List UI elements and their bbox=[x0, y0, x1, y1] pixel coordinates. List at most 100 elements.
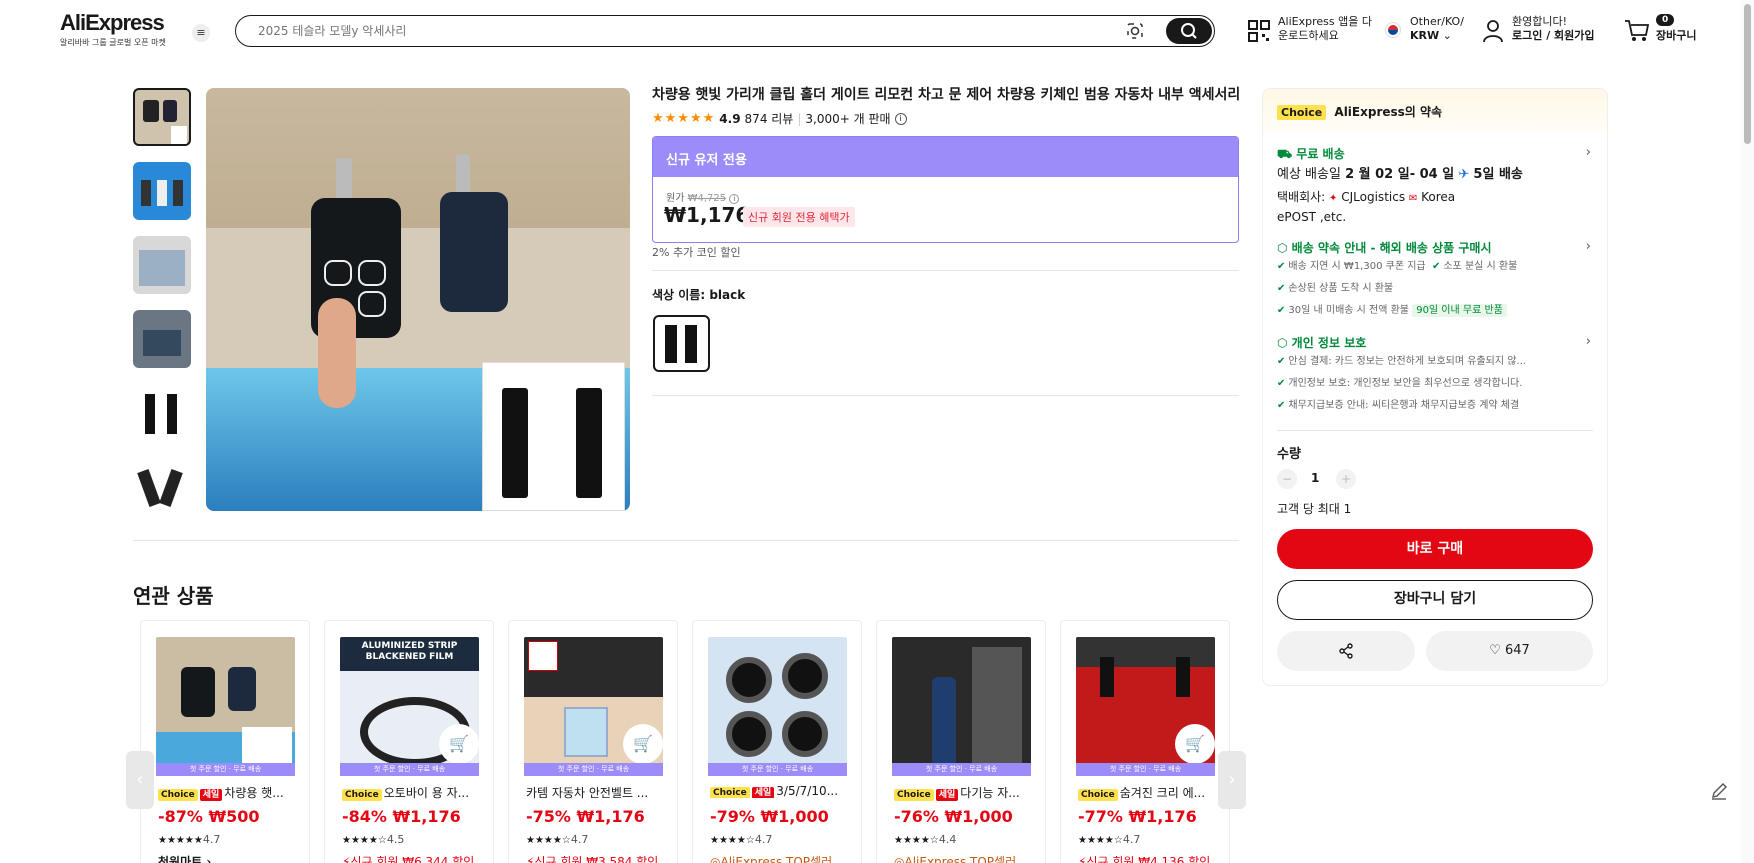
card-rating-value: 4.7 bbox=[570, 833, 589, 846]
check-icon: ✔ bbox=[1277, 305, 1286, 316]
privacy-section[interactable]: ⬡ 개인 정보 보호 › ✔ 안심 결제: 카드 정보는 안전하게 보호되며 유출… bbox=[1277, 334, 1593, 417]
add-to-cart-icon[interactable]: 🛒 bbox=[1175, 724, 1215, 764]
choice-badge: Choice bbox=[1277, 105, 1327, 120]
carousel-next-button[interactable]: › bbox=[1218, 751, 1246, 809]
card-discount: -87% bbox=[158, 807, 203, 826]
card-extra: ⚡신규 회원 ₩3,584 할인 bbox=[526, 853, 658, 863]
card-extra: ⚡신규 회원 ₩4,136 할인 bbox=[1078, 853, 1210, 863]
card-rating: ★★★★☆4.7 bbox=[710, 833, 772, 846]
share-button[interactable] bbox=[1277, 631, 1415, 671]
thumbnail-4[interactable] bbox=[133, 310, 191, 368]
qr-code-icon[interactable] bbox=[1247, 19, 1271, 43]
cart-count-badge: 0 bbox=[1656, 14, 1675, 26]
scrollbar-thumb[interactable] bbox=[1744, 4, 1751, 144]
user-icon[interactable] bbox=[1482, 19, 1504, 43]
card-extra: ◎AliExpress TOP셀러 bbox=[894, 853, 1016, 863]
sale-tag: 세일 bbox=[751, 787, 775, 798]
account-menu[interactable]: 환영합니다! 로그인 / 회원가입 bbox=[1512, 15, 1595, 43]
card-price: ₩1,176 bbox=[576, 807, 645, 826]
product-card[interactable]: ALUMINIZED STRIP BLACKENED FILM 🛒 첫 주문 할인… bbox=[324, 620, 494, 863]
choice-tag: Choice bbox=[158, 789, 198, 801]
app-download[interactable]: AliExpress 앱을 다 운로드하세요 bbox=[1278, 15, 1372, 43]
card-promo-banner: 첫 주문 할인 · 무료 배송 bbox=[524, 763, 663, 776]
product-card[interactable]: 첫 주문 할인 · 무료 배송 Choice 세일 차량용 햇... -87% ₩5… bbox=[140, 620, 310, 863]
card-price: ₩500 bbox=[208, 807, 260, 826]
delivery-days: 5일 배송 bbox=[1473, 167, 1523, 182]
card-extra-text: 신규 회원 ₩6,344 할인 bbox=[350, 855, 475, 863]
choice-tag: Choice bbox=[342, 789, 382, 801]
aliexpress-logo[interactable]: AliExpress 알리바바 그룹 글로벌 오픈 마켓 bbox=[60, 10, 166, 48]
related-products-carousel: 첫 주문 할인 · 무료 배송 Choice 세일 차량용 햇... -87% ₩5… bbox=[140, 620, 1232, 863]
chevron-right-icon: › bbox=[1585, 334, 1591, 349]
edit-icon[interactable] bbox=[1708, 780, 1730, 802]
product-card[interactable]: 🛒 첫 주문 할인 · 무료 배송 카템 자동차 안전벨트 ... -75% ₩… bbox=[508, 620, 678, 863]
thumbnail-2[interactable] bbox=[133, 162, 191, 220]
quantity-increase-button[interactable]: + bbox=[1336, 469, 1356, 489]
rating-stars-icon: ★★★★★ bbox=[652, 111, 716, 126]
wishlist-button[interactable]: ♡ 647 bbox=[1426, 631, 1593, 671]
privacy-item: 안심 결제: 카드 정보는 안전하게 보호되며 유출되지 않... bbox=[1288, 356, 1526, 367]
divider bbox=[652, 270, 1239, 271]
rating-stars-icon: ★★★★☆ bbox=[894, 835, 939, 846]
quantity-decrease-button[interactable]: − bbox=[1277, 469, 1297, 489]
product-card-name: Choice 세일 다기능 자... bbox=[894, 784, 1032, 801]
rating-stars-icon: ★★★★★ bbox=[158, 835, 203, 846]
product-card[interactable]: 첫 주문 할인 · 무료 배송 Choice 세일 3/5/7/10... -79%… bbox=[692, 620, 862, 863]
free-shipping-section[interactable]: ⛟ 무료 배송 › 예상 배송일 2 월 02 일- 04 일 ✈ 5일 배송 … bbox=[1277, 145, 1593, 226]
color-option-black[interactable] bbox=[653, 315, 710, 372]
card-title: 다기능 자... bbox=[960, 786, 1020, 800]
delivery-dates: 2 월 02 일- 04 일 bbox=[1345, 167, 1455, 182]
login-signup-link[interactable]: 로그인 / 회원가입 bbox=[1512, 29, 1595, 42]
sale-tag: 세일 bbox=[935, 789, 959, 801]
logo-name: AliExpress bbox=[60, 10, 165, 35]
thumbnail-1[interactable] bbox=[133, 88, 191, 146]
divider bbox=[133, 540, 1239, 541]
sale-tag: 세일 bbox=[199, 789, 223, 801]
product-card-name: Choice 오토바이 용 자... bbox=[342, 784, 480, 801]
hamburger-menu-icon[interactable]: ≡ bbox=[192, 24, 210, 42]
card-rating: ★★★★☆4.5 bbox=[342, 833, 404, 846]
card-title: 오토바이 용 자... bbox=[383, 786, 470, 800]
chevron-down-icon: ⌄ bbox=[1442, 29, 1452, 42]
review-count[interactable]: 874 리뷰 bbox=[745, 110, 794, 127]
add-to-cart-icon[interactable]: 🛒 bbox=[623, 724, 663, 764]
search-input[interactable] bbox=[258, 21, 1098, 41]
card-promo-banner: 첫 주문 할인 · 무료 배송 bbox=[892, 763, 1031, 776]
shield-icon: ⬡ bbox=[1277, 241, 1288, 255]
privacy-item: 개인정보 보호: 개인정보 보안을 최우선으로 생각합니다. bbox=[1288, 378, 1523, 389]
share-icon bbox=[1339, 643, 1353, 659]
camera-search-icon[interactable] bbox=[1126, 22, 1144, 40]
info-icon[interactable]: i bbox=[894, 112, 907, 125]
card-rating-value: 4.5 bbox=[386, 833, 405, 846]
buy-now-button[interactable]: 바로 구매 bbox=[1277, 529, 1593, 569]
thumbnail-6[interactable] bbox=[133, 458, 191, 516]
card-title: 3/5/7/10... bbox=[776, 784, 839, 798]
check-icon: ✔ bbox=[1277, 356, 1286, 367]
card-price-row: -77% ₩1,176 bbox=[1078, 807, 1197, 826]
product-card-name: Choice 세일 3/5/7/10... bbox=[710, 784, 848, 798]
guarantee-item: 소포 분실 시 환불 bbox=[1443, 261, 1518, 272]
card-promo-banner: 첫 주문 할인 · 무료 배송 bbox=[340, 763, 479, 776]
thumbnail-3[interactable] bbox=[133, 236, 191, 294]
product-card[interactable]: 첫 주문 할인 · 무료 배송 Choice 세일 다기능 자... -76% ₩1… bbox=[876, 620, 1046, 863]
main-product-image[interactable] bbox=[206, 88, 630, 511]
search-bar bbox=[235, 15, 1215, 47]
add-to-cart-button[interactable]: 장바구니 담기 bbox=[1277, 580, 1593, 620]
thumbnail-5[interactable] bbox=[133, 384, 191, 442]
product-card[interactable]: 🛒 첫 주문 할인 · 무료 배송 Choice 숨겨진 크리 에... -77%… bbox=[1060, 620, 1230, 863]
region-currency-selector[interactable]: Other/KO/ KRW ⌄ bbox=[1410, 15, 1464, 43]
carousel-prev-button[interactable]: ‹ bbox=[126, 751, 154, 809]
quantity-value[interactable]: 1 bbox=[1311, 471, 1319, 485]
rating-score: 4.9 bbox=[719, 111, 741, 126]
cart-icon[interactable] bbox=[1624, 19, 1650, 43]
add-to-cart-icon[interactable]: 🛒 bbox=[439, 724, 479, 764]
cart-label[interactable]: 장바구니 bbox=[1656, 29, 1696, 43]
delivery-guarantee-section[interactable]: ⬡ 배송 약속 안내 - 해외 배송 상품 구매시 › ✔ 배송 지연 시 ₩1,… bbox=[1277, 239, 1593, 322]
free-return-badge: 90일 이내 무료 반품 bbox=[1412, 304, 1507, 317]
divider bbox=[1277, 430, 1593, 431]
search-button[interactable] bbox=[1166, 18, 1212, 44]
card-discount: -76% bbox=[894, 807, 939, 826]
card-rating-value: 4.7 bbox=[1122, 833, 1141, 846]
card-title: 카템 자동차 안전벨트 ... bbox=[526, 786, 649, 800]
aliexpress-promise-header: Choice AliExpress의 약속 bbox=[1263, 89, 1607, 133]
